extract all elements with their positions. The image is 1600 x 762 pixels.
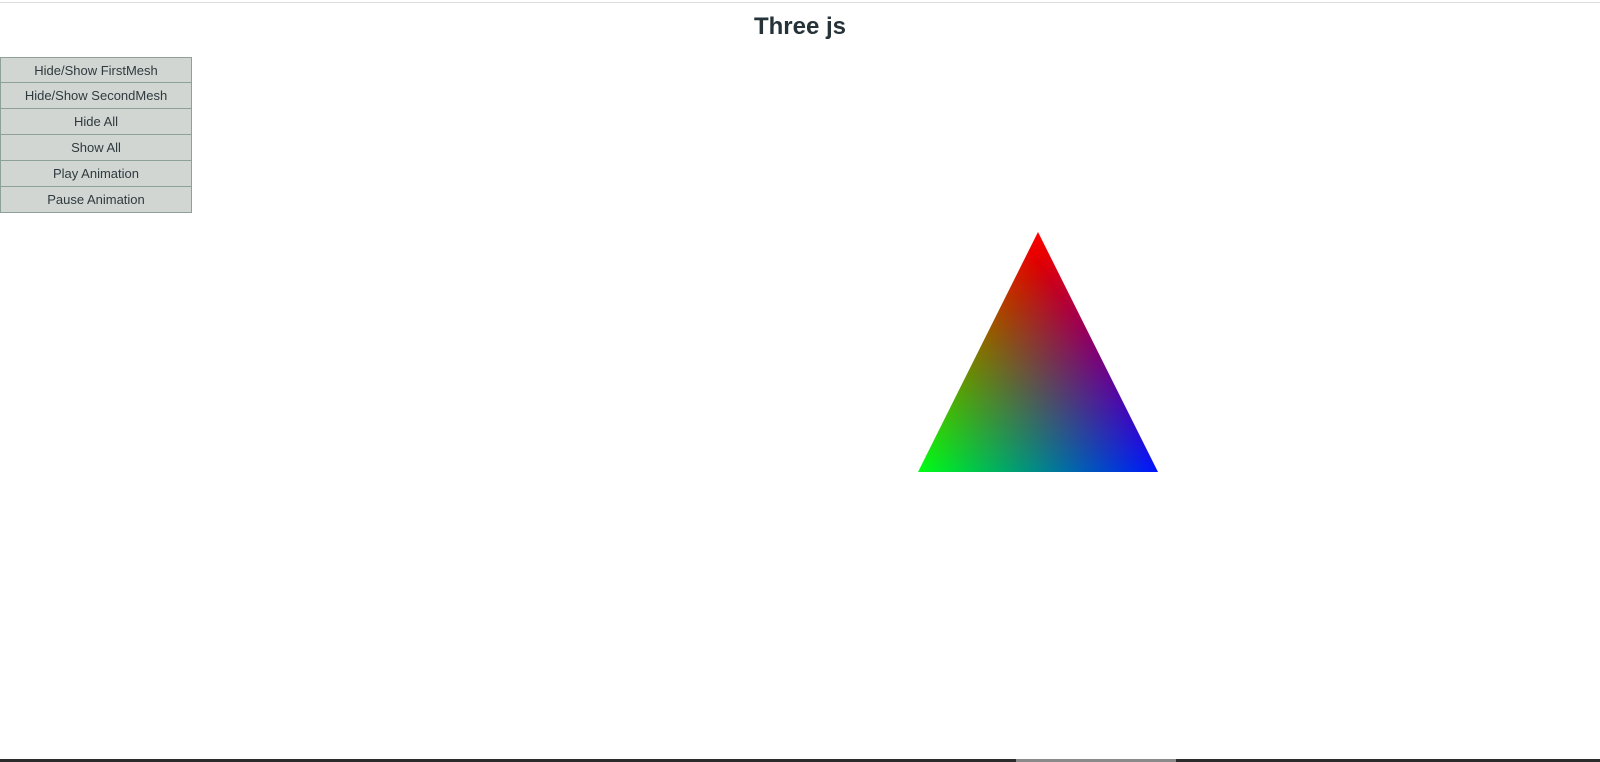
play-animation-button[interactable]: Play Animation <box>0 161 192 187</box>
pause-animation-button[interactable]: Pause Animation <box>0 187 192 213</box>
webgl-canvas[interactable] <box>0 0 1600 762</box>
page: Three js Hide/Show FirstMesh Hide/Show S… <box>0 0 1600 762</box>
show-all-button[interactable]: Show All <box>0 135 192 161</box>
hide-show-second-mesh-button[interactable]: Hide/Show SecondMesh <box>0 83 192 109</box>
triangle-fill <box>918 232 1158 472</box>
top-divider <box>0 2 1600 3</box>
hide-show-first-mesh-button[interactable]: Hide/Show FirstMesh <box>0 57 192 83</box>
control-panel: Hide/Show FirstMesh Hide/Show SecondMesh… <box>0 57 192 213</box>
hide-all-button[interactable]: Hide All <box>0 109 192 135</box>
page-title: Three js <box>753 13 847 40</box>
gradient-triangle-mesh <box>918 232 1158 472</box>
